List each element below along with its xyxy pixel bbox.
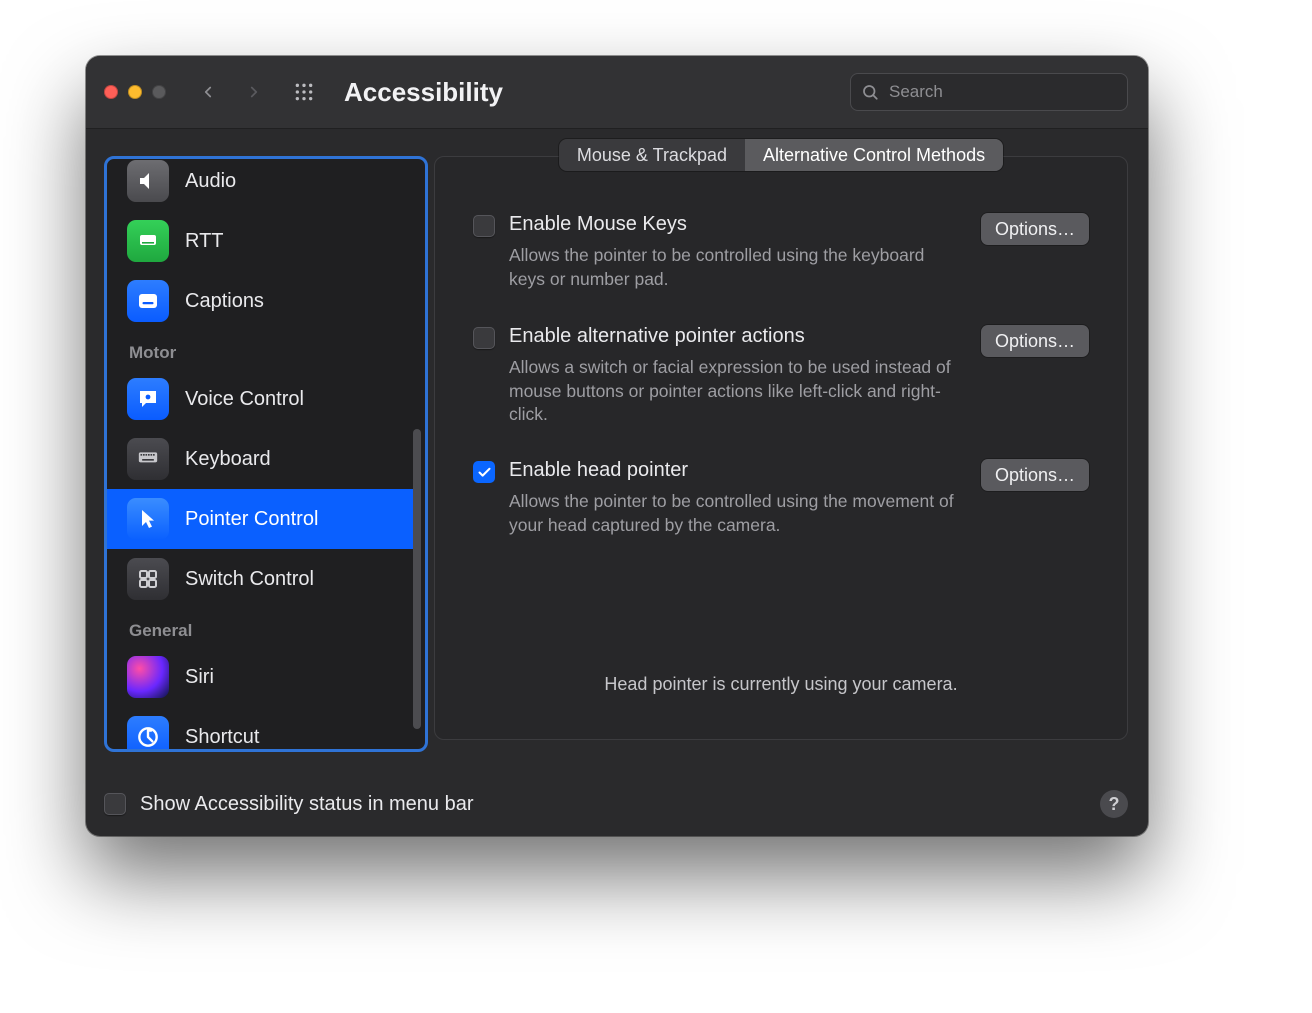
- option-desc: Allows the pointer to be controlled usin…: [509, 490, 959, 537]
- pointer-control-icon: [127, 498, 169, 540]
- options-button-head-pointer[interactable]: Options…: [981, 459, 1089, 491]
- options-button-mouse-keys[interactable]: Options…: [981, 213, 1089, 245]
- sidebar-item-voice-control[interactable]: Voice Control: [107, 369, 413, 429]
- sidebar-item-label: Audio: [185, 170, 236, 193]
- voice-control-icon: [127, 378, 169, 420]
- sidebar-item-siri[interactable]: Siri: [107, 647, 413, 707]
- shortcut-icon: [127, 716, 169, 749]
- keyboard-icon: [127, 438, 169, 480]
- siri-icon: [127, 656, 169, 698]
- window-body: Audio RTT Captions Motor: [86, 128, 1148, 836]
- footer-label: Show Accessibility status in menu bar: [140, 793, 474, 816]
- sidebar-item-audio[interactable]: Audio: [107, 159, 413, 211]
- chevron-right-icon: [245, 83, 263, 101]
- sidebar-item-label: Pointer Control: [185, 508, 318, 531]
- sidebar-item-label: Keyboard: [185, 448, 271, 471]
- forward-button[interactable]: [240, 78, 268, 106]
- sidebar-item-label: Shortcut: [185, 726, 259, 749]
- audio-icon: [127, 160, 169, 202]
- captions-icon: [127, 280, 169, 322]
- sidebar-item-shortcut[interactable]: Shortcut: [107, 707, 413, 749]
- settings-panel: Mouse & Trackpad Alternative Control Met…: [434, 156, 1128, 740]
- tab-group: Mouse & Trackpad Alternative Control Met…: [559, 139, 1003, 171]
- sidebar-item-label: Switch Control: [185, 568, 314, 591]
- option-title: Enable alternative pointer actions: [509, 325, 967, 348]
- tab-alt-control-methods[interactable]: Alternative Control Methods: [745, 139, 1003, 171]
- checkbox-enable-alt-pointer[interactable]: [473, 327, 495, 349]
- option-desc: Allows a switch or facial expression to …: [509, 356, 959, 427]
- traffic-lights: [104, 85, 166, 99]
- check-icon: [477, 465, 492, 480]
- options-button-alt-pointer[interactable]: Options…: [981, 325, 1089, 357]
- toolbar: Accessibility: [86, 56, 1148, 129]
- sidebar-item-switch-control[interactable]: Switch Control: [107, 549, 413, 609]
- checkbox-show-status-in-menubar[interactable]: [104, 793, 126, 815]
- search-input[interactable]: [887, 81, 1117, 103]
- window-minimize-button[interactable]: [128, 85, 142, 99]
- sidebar: Audio RTT Captions Motor: [104, 156, 428, 752]
- option-title: Enable head pointer: [509, 459, 967, 482]
- sidebar-item-label: RTT: [185, 230, 224, 253]
- sidebar-item-rtt[interactable]: RTT: [107, 211, 413, 271]
- switch-control-icon: [127, 558, 169, 600]
- checkbox-enable-mouse-keys[interactable]: [473, 215, 495, 237]
- rtt-icon: [127, 220, 169, 262]
- system-prefs-window: Accessibility Audio: [86, 56, 1148, 836]
- sidebar-item-keyboard[interactable]: Keyboard: [107, 429, 413, 489]
- window-zoom-button[interactable]: [152, 85, 166, 99]
- grid-icon: [294, 82, 314, 102]
- sidebar-item-label: Siri: [185, 666, 214, 689]
- chevron-left-icon: [199, 83, 217, 101]
- search-field[interactable]: [850, 73, 1128, 111]
- checkbox-enable-head-pointer[interactable]: [473, 461, 495, 483]
- option-title: Enable Mouse Keys: [509, 213, 967, 236]
- search-icon: [861, 83, 879, 101]
- tab-mouse-trackpad[interactable]: Mouse & Trackpad: [559, 139, 745, 171]
- footer: Show Accessibility status in menu bar ?: [104, 780, 1128, 828]
- sidebar-item-label: Voice Control: [185, 388, 304, 411]
- show-all-prefs-button[interactable]: [292, 80, 316, 104]
- status-line: Head pointer is currently using your cam…: [435, 674, 1127, 695]
- sidebar-item-label: Captions: [185, 290, 264, 313]
- help-button[interactable]: ?: [1100, 790, 1128, 818]
- back-button[interactable]: [194, 78, 222, 106]
- option-desc: Allows the pointer to be controlled usin…: [509, 244, 959, 291]
- page-title: Accessibility: [344, 77, 503, 108]
- sidebar-section-motor: Motor: [107, 331, 413, 369]
- sidebar-section-general: General: [107, 609, 413, 647]
- sidebar-scrollbar[interactable]: [413, 429, 421, 729]
- window-close-button[interactable]: [104, 85, 118, 99]
- sidebar-item-captions[interactable]: Captions: [107, 271, 413, 331]
- sidebar-item-pointer-control[interactable]: Pointer Control: [107, 489, 413, 549]
